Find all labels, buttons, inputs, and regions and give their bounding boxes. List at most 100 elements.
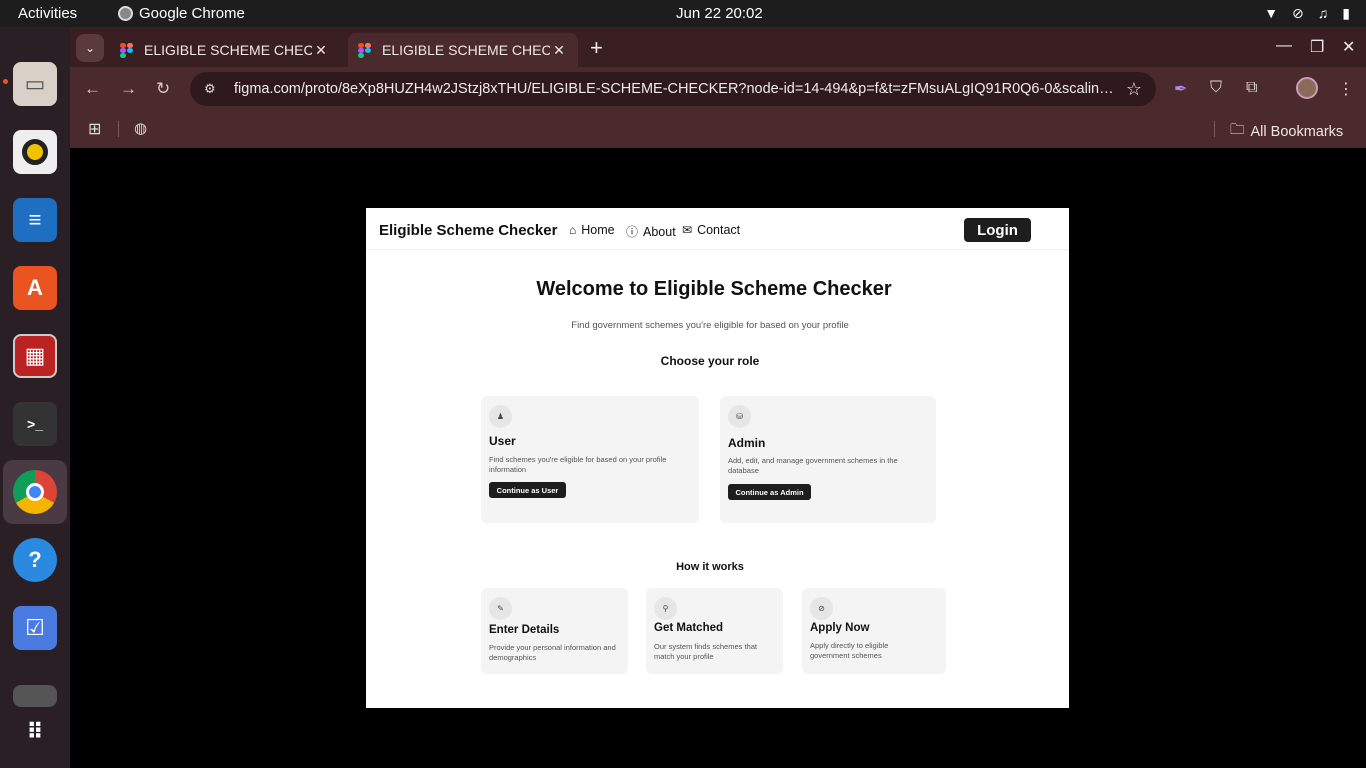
step-card: ⚲ Get Matched Our system finds schemes t… bbox=[646, 588, 783, 674]
nav-contact-label: Contact bbox=[697, 223, 741, 237]
home-icon: ⌂ bbox=[569, 223, 577, 237]
app-menu[interactable]: Google Chrome bbox=[118, 5, 245, 22]
rhythmbox-icon bbox=[13, 130, 57, 174]
show-apps-button[interactable]: ⠿ bbox=[11, 708, 59, 756]
close-window-button[interactable]: ✕ bbox=[1342, 37, 1355, 57]
card-title: User bbox=[489, 434, 516, 448]
tab-1[interactable]: ELIGIBLE SCHEME CHECKER ✕ bbox=[110, 33, 340, 67]
step-title: Get Matched bbox=[654, 622, 724, 634]
divider bbox=[118, 121, 119, 137]
forward-button[interactable]: → bbox=[120, 79, 137, 99]
edit-icon: ✎ bbox=[489, 597, 512, 620]
wifi-icon: ▼ bbox=[1264, 5, 1279, 21]
check-circle-icon: ⊘ bbox=[810, 597, 833, 620]
card-description: Add, edit, and manage government schemes… bbox=[728, 456, 898, 475]
dock-rhythmbox[interactable] bbox=[11, 128, 59, 176]
dock-chrome[interactable] bbox=[3, 460, 67, 524]
site-info-icon[interactable]: ⚙ bbox=[204, 81, 222, 97]
url-text: figma.com/proto/8eXp8HUZH4w2JStzj8xTHU/E… bbox=[234, 81, 1116, 97]
nav-home[interactable]: ⌂ Home bbox=[569, 223, 615, 237]
dock: ▭ ≡ A ▦ >_ ? ☑ ⠿ bbox=[0, 27, 70, 768]
figma-icon bbox=[120, 43, 134, 58]
continue-as-user-button[interactable]: Continue as User bbox=[489, 482, 566, 498]
bookmark-star-icon[interactable]: ☆ bbox=[1126, 79, 1142, 100]
nav-about[interactable]: ⓘ About bbox=[626, 223, 676, 240]
apps-grid-icon[interactable]: ⊞ bbox=[88, 119, 101, 139]
minimize-button[interactable]: — bbox=[1276, 37, 1292, 55]
bookmarks-bar: ⊞ ◍ 🗀 All Bookmarks bbox=[70, 111, 1366, 148]
extensions-icon[interactable]: ⧉ bbox=[1246, 79, 1257, 97]
reload-button[interactable]: ↻ bbox=[156, 79, 170, 99]
app-center-icon: A bbox=[13, 266, 57, 310]
step-title: Enter Details bbox=[489, 624, 560, 636]
dock-workspace-app[interactable]: ▦ bbox=[11, 332, 59, 380]
step-description: Our system finds schemes that match your… bbox=[654, 642, 757, 661]
user-icon: ♟ bbox=[489, 405, 512, 428]
step-title: Apply Now bbox=[810, 622, 870, 634]
admin-role-card[interactable]: ⛁ Admin Add, edit, and manage government… bbox=[720, 396, 936, 523]
address-bar[interactable]: ⚙ figma.com/proto/8eXp8HUZH4w2JStzj8xTHU… bbox=[190, 72, 1156, 106]
user-role-card[interactable]: ♟ User Find schemes you're eligible for … bbox=[481, 396, 699, 523]
search-icon: ⚲ bbox=[654, 597, 677, 620]
site-navbar: Eligible Scheme Checker ⌂ Home ⓘ About ✉… bbox=[366, 208, 1069, 250]
page-title: Welcome to Eligible Scheme Checker bbox=[536, 278, 892, 300]
toolbar: ← → ↻ ⚙ figma.com/proto/8eXp8HUZH4w2JStz… bbox=[70, 67, 1366, 111]
page-subtitle: Find government schemes you're eligible … bbox=[571, 320, 849, 331]
how-it-works-heading: How it works bbox=[676, 561, 744, 573]
chrome-app-icon bbox=[118, 6, 133, 21]
tab-2[interactable]: ELIGIBLE SCHEME CHECKER ✕ bbox=[348, 33, 578, 67]
nav-home-label: Home bbox=[581, 223, 615, 237]
globe-icon[interactable]: ◍ bbox=[134, 119, 147, 137]
terminal-icon: >_ bbox=[13, 402, 57, 446]
dock-writer[interactable]: ≡ bbox=[11, 196, 59, 244]
writer-icon: ≡ bbox=[13, 198, 57, 242]
mail-icon: ✉ bbox=[682, 223, 693, 237]
new-tab-button[interactable]: + bbox=[590, 35, 603, 61]
choose-role-heading: Choose your role bbox=[660, 354, 760, 368]
profile-avatar[interactable] bbox=[1296, 77, 1318, 99]
all-bookmarks-button[interactable]: 🗀 All Bookmarks bbox=[1230, 119, 1343, 144]
network-icon: ⊘ bbox=[1292, 5, 1304, 21]
close-icon[interactable]: ✕ bbox=[550, 42, 568, 59]
close-icon[interactable]: ✕ bbox=[312, 42, 330, 59]
continue-as-admin-button[interactable]: Continue as Admin bbox=[728, 484, 811, 500]
prototype-frame: Eligible Scheme Checker ⌂ Home ⓘ About ✉… bbox=[366, 208, 1069, 708]
chrome-icon bbox=[13, 470, 57, 514]
step-description: Apply directly to eligible government sc… bbox=[810, 641, 889, 660]
shield-extension-icon[interactable]: ⛉ bbox=[1210, 79, 1222, 97]
figma-icon bbox=[358, 43, 372, 58]
chevron-down-icon: ⌄ bbox=[84, 41, 96, 55]
tab-title: ELIGIBLE SCHEME CHECKER bbox=[382, 42, 550, 58]
help-icon: ? bbox=[13, 538, 57, 582]
feather-extension-icon[interactable]: ✒ bbox=[1174, 79, 1187, 99]
dock-terminal[interactable]: >_ bbox=[11, 400, 59, 448]
all-bookmarks-label: All Bookmarks bbox=[1250, 123, 1344, 140]
site-brand[interactable]: Eligible Scheme Checker bbox=[379, 222, 557, 239]
dock-files[interactable]: ▭ bbox=[11, 60, 59, 108]
menu-icon[interactable]: ⋮ bbox=[1338, 79, 1354, 99]
info-icon: ⓘ bbox=[626, 225, 639, 239]
step-description: Provide your personal information and de… bbox=[489, 643, 616, 662]
activities-button[interactable]: Activities bbox=[18, 5, 77, 22]
login-button[interactable]: Login bbox=[964, 218, 1031, 242]
dock-app-center[interactable]: A bbox=[11, 264, 59, 312]
system-top-bar: Activities Google Chrome Jun 22 20:02 ▼ … bbox=[0, 0, 1366, 27]
battery-icon: ▮ bbox=[1342, 5, 1350, 21]
tasks-icon: ☑ bbox=[13, 606, 57, 650]
nav-about-label: About bbox=[643, 224, 676, 239]
maximize-button[interactable]: ❐ bbox=[1310, 37, 1324, 57]
running-indicator bbox=[3, 79, 8, 84]
grid-icon: ⠿ bbox=[26, 719, 44, 744]
tab-search-button[interactable]: ⌄ bbox=[76, 34, 104, 62]
clock[interactable]: Jun 22 20:02 bbox=[676, 5, 763, 22]
divider bbox=[1214, 121, 1215, 137]
system-tray[interactable]: ▼ ⊘ ♫ ▮ bbox=[1264, 5, 1350, 22]
nav-contact[interactable]: ✉ Contact bbox=[682, 223, 740, 237]
files-icon: ▭ bbox=[13, 62, 57, 106]
chrome-window: ⌄ ELIGIBLE SCHEME CHECKER ✕ ELIGIBLE SCH… bbox=[70, 27, 1366, 148]
workspace-icon: ▦ bbox=[13, 334, 57, 378]
dock-tasks[interactable]: ☑ bbox=[11, 604, 59, 652]
back-button[interactable]: ← bbox=[84, 79, 101, 99]
volume-icon: ♫ bbox=[1317, 5, 1329, 21]
dock-help[interactable]: ? bbox=[11, 536, 59, 584]
